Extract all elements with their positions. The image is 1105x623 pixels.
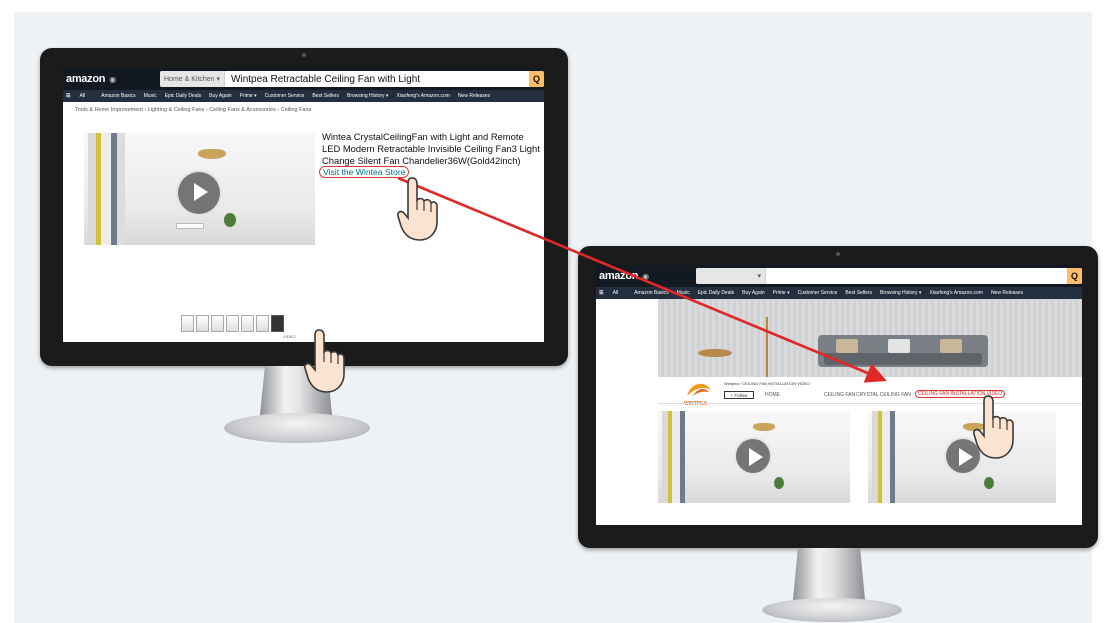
installation-video[interactable] <box>868 411 1056 503</box>
product-video[interactable] <box>84 133 315 245</box>
right-screen: amazon ◉ ▾ Q ☰ All Amazon Basics Music E… <box>596 265 1082 525</box>
nav-item[interactable]: Buy Again <box>209 93 232 99</box>
thumbnail-video-label: VIDEO <box>283 334 296 339</box>
curtain <box>672 411 680 503</box>
thumbnail[interactable] <box>196 315 209 332</box>
nav-all-label: All <box>79 93 86 99</box>
ceiling-fan <box>753 423 775 431</box>
thumbnail[interactable] <box>256 315 269 332</box>
left-monitor: amazon ◉ Home & Kitchen ▾ Wintpea Retrac… <box>40 48 568 448</box>
nav-item[interactable]: Customer Service <box>265 93 305 99</box>
nav-item[interactable]: Epic Daily Deals <box>698 290 734 296</box>
nav-all-label: All <box>612 290 619 296</box>
nav-item[interactable]: Prime ▾ <box>773 290 790 296</box>
right-monitor-stand-base <box>762 598 902 622</box>
store-breadcrumb: Wintpea › CEILING FAN INSTALLATION VIDEO <box>724 381 810 386</box>
curtain <box>117 133 125 245</box>
left-monitor-stand-base <box>224 413 370 443</box>
video-thumbnail[interactable] <box>271 315 284 332</box>
image-thumbnails <box>181 315 284 332</box>
nav-item[interactable]: Buy Again <box>742 290 765 296</box>
ceiling-fan <box>963 423 985 431</box>
plant <box>984 477 994 489</box>
nav-item[interactable]: Amazon Basics <box>634 290 668 296</box>
search-icon[interactable]: Q <box>529 71 544 87</box>
right-monitor: amazon ◉ ▾ Q ☰ All Amazon Basics Music E… <box>578 246 1098 623</box>
pillow <box>888 339 910 353</box>
nav-item[interactable]: Prime ▾ <box>240 93 257 99</box>
nav-item[interactable]: Music <box>677 290 690 296</box>
play-icon[interactable] <box>734 437 772 475</box>
curtain <box>882 411 890 503</box>
location-icon[interactable]: ◉ <box>109 75 116 84</box>
tab-installation-video[interactable]: CEILING FAN INSTALLATION VIDEO <box>915 390 1006 398</box>
play-icon[interactable] <box>944 437 982 475</box>
nav-item[interactable]: Customer Service <box>798 290 838 296</box>
plant <box>774 477 784 489</box>
floor-lamp <box>766 317 768 377</box>
curtain <box>890 411 895 503</box>
hamburger-icon[interactable]: ☰ <box>66 93 70 99</box>
follow-button[interactable]: + Follow <box>724 391 754 399</box>
store-brand-name: WINTPEA <box>684 401 708 407</box>
nav-all[interactable]: ☰ All <box>599 290 626 296</box>
tab-home[interactable]: HOME <box>765 392 780 398</box>
thumbnail[interactable] <box>211 315 224 332</box>
store-banner <box>658 299 1082 377</box>
nav-item[interactable]: Browsing History ▾ <box>347 93 388 99</box>
nav-item[interactable]: Amazon Basics <box>101 93 135 99</box>
nav-item[interactable]: Best Sellers <box>845 290 872 296</box>
thumbnail[interactable] <box>226 315 239 332</box>
tab-divider <box>658 403 1082 404</box>
search-input[interactable] <box>766 268 1067 284</box>
tab-ceiling-fan[interactable]: CEILING FAN <box>824 392 855 398</box>
curtain <box>88 133 96 245</box>
search-category-dropdown[interactable]: Home & Kitchen ▾ <box>160 71 226 87</box>
hamburger-icon[interactable]: ☰ <box>599 290 603 296</box>
search-input[interactable]: Wintpea Retractable Ceiling Fan with Lig… <box>225 71 529 87</box>
amazon-logo[interactable]: amazon <box>599 270 638 282</box>
curtain <box>101 133 111 245</box>
search-bar[interactable]: Home & Kitchen ▾ Wintpea Retractable Cei… <box>160 71 544 87</box>
installation-video[interactable] <box>658 411 850 503</box>
plant <box>224 213 236 227</box>
left-monitor-camera <box>302 53 306 57</box>
nav-all[interactable]: ☰ All <box>66 93 93 99</box>
nav-item[interactable]: Epic Daily Deals <box>165 93 201 99</box>
curtain <box>680 411 685 503</box>
amazon-nav-bar: ☰ All Amazon Basics Music Epic Daily Dea… <box>63 90 544 102</box>
nav-item[interactable]: New Releases <box>458 93 490 99</box>
amazon-nav-bar: ☰ All Amazon Basics Music Epic Daily Dea… <box>596 287 1082 299</box>
thumbnail[interactable] <box>241 315 254 332</box>
amazon-logo[interactable]: amazon <box>66 73 105 85</box>
nav-item[interactable]: Music <box>144 93 157 99</box>
tab-crystal-ceiling-fan[interactable]: CRYSTAL CEILING FAN <box>856 392 911 398</box>
right-monitor-camera <box>836 252 840 256</box>
search-icon[interactable]: Q <box>1067 268 1082 284</box>
left-screen: amazon ◉ Home & Kitchen ▾ Wintpea Retrac… <box>63 68 544 342</box>
search-category-dropdown[interactable]: ▾ <box>696 268 766 284</box>
ceiling-fan <box>198 149 226 159</box>
table <box>176 223 204 229</box>
play-icon[interactable] <box>176 170 222 216</box>
visit-store-link[interactable]: Visit the Wintea Store <box>319 166 410 178</box>
breadcrumb[interactable]: Tools & Home Improvement › Lighting & Ce… <box>75 107 311 113</box>
nav-item[interactable]: Xiaofeng's Amazon.com <box>396 93 449 99</box>
nav-item[interactable]: New Releases <box>991 290 1023 296</box>
thumbnail[interactable] <box>181 315 194 332</box>
pillow <box>940 339 962 353</box>
product-title: Wintea CrystalCeilingFan with Light and … <box>322 131 540 167</box>
nav-item[interactable]: Best Sellers <box>312 93 339 99</box>
sofa-seat <box>824 353 982 365</box>
nav-item[interactable]: Browsing History ▾ <box>880 290 921 296</box>
category-chevron-icon[interactable]: ▾ <box>757 272 761 280</box>
side-table <box>698 349 732 357</box>
search-bar[interactable]: ▾ Q <box>696 268 1082 284</box>
pillow <box>836 339 858 353</box>
nav-item[interactable]: Xiaofeng's Amazon.com <box>929 290 982 296</box>
location-icon[interactable]: ◉ <box>642 272 649 281</box>
